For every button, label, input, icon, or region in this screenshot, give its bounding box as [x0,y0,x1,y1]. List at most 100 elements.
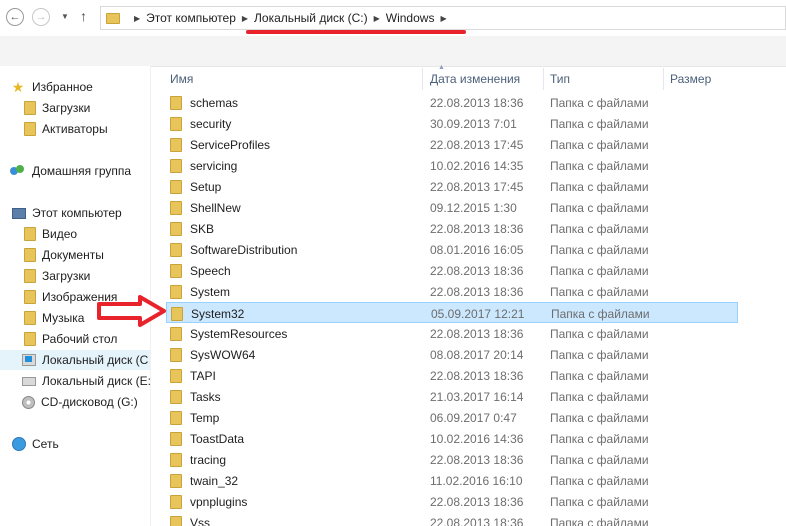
folder-icon [170,390,182,404]
sidebar-item-homegroup[interactable]: Домашняя группа [10,162,131,180]
file-type: Папка с файлами [551,307,650,321]
column-divider[interactable] [543,68,544,90]
file-type: Папка с файлами [550,453,649,467]
file-row[interactable]: System 22.08.2013 18:36 Папка с файлами [166,281,738,302]
file-row[interactable]: security 30.09.2013 7:01 Папка с файлами [166,113,738,134]
breadcrumb-windows[interactable]: Windows [386,11,435,25]
sidebar-item-local-disk-c[interactable]: Локальный диск (C [0,350,150,370]
sidebar-item-video[interactable]: Видео [22,225,77,243]
sidebar-item-cd-drive[interactable]: CD-дисковод (G:) [22,393,138,411]
sidebar-item-label: Домашняя группа [32,164,132,178]
column-header-type[interactable]: Тип [550,72,570,86]
file-type: Папка с файлами [550,285,649,299]
file-row[interactable]: tracing 22.08.2013 18:36 Папка с файлами [166,449,738,470]
file-row[interactable]: SKB 22.08.2013 18:36 Папка с файлами [166,218,738,239]
sidebar-item-label: Этот компьютер [32,206,122,220]
up-button[interactable]: ↑ [80,8,87,24]
sidebar-item-activators[interactable]: Активаторы [22,120,108,138]
file-row[interactable]: SysWOW64 08.08.2017 20:14 Папка с файлами [166,344,738,365]
file-date-modified: 22.08.2013 17:45 [430,138,524,152]
file-date-modified: 22.08.2013 17:45 [430,180,524,194]
folder-icon [24,332,36,346]
file-row[interactable]: System32 05.09.2017 12:21 Папка с файлами [166,302,738,323]
breadcrumb-separator-icon[interactable]: ▶ [440,14,446,23]
file-row[interactable]: vpnplugins 22.08.2013 18:36 Папка с файлам… [166,491,738,512]
folder-icon [170,516,182,526]
file-row[interactable]: SystemResources 22.08.2013 18:36 Папка с ф… [166,323,738,344]
file-date-modified: 10.02.2016 14:36 [430,432,524,446]
file-name: Temp [190,411,220,425]
file-row[interactable]: SoftwareDistribution 08.01.2016 16:05 Папк… [166,239,738,260]
breadcrumb-this-computer[interactable]: Этот компьютер [146,11,236,25]
file-name: servicing [190,159,238,173]
breadcrumb-separator-icon[interactable]: ▶ [134,14,140,23]
breadcrumb-separator-icon[interactable]: ▶ [374,14,380,23]
sidebar-item-label: Локальный диск (C [42,353,149,367]
sort-ascending-icon: ▲ [438,64,445,71]
file-date-modified: 21.03.2017 16:14 [430,390,524,404]
file-date-modified: 10.02.2016 14:35 [430,159,524,173]
sidebar-item-downloads-2[interactable]: Загрузки [22,267,90,285]
recent-locations-button[interactable]: ▼ [61,12,69,21]
sidebar-item-local-disk-e[interactable]: Локальный диск (E: [22,372,150,390]
file-date-modified: 22.08.2013 18:36 [430,453,524,467]
column-header-size[interactable]: Размер [670,72,711,86]
file-type: Папка с файлами [550,201,649,215]
file-type: Папка с файлами [550,138,649,152]
file-row[interactable]: Setup 22.08.2013 17:45 Папка с файлами [166,176,738,197]
sidebar-item-music[interactable]: Музыка [22,309,84,327]
sidebar-item-label: Документы [42,248,104,262]
file-name: ShellNew [190,201,241,215]
file-name: SysWOW64 [190,348,256,362]
file-type: Папка с файлами [550,327,649,341]
folder-icon [170,453,182,467]
address-bar[interactable]: ▶ Этот компьютер ▶ Локальный диск (C:) ▶… [100,6,786,30]
file-type: Папка с файлами [550,390,649,404]
file-date-modified: 22.08.2013 18:36 [430,264,524,278]
file-row[interactable]: schemas 22.08.2013 18:36 Папка с файлами [166,92,738,113]
breadcrumb-separator-icon[interactable]: ▶ [242,14,248,23]
file-name: SystemResources [190,327,288,341]
file-row[interactable]: ToastData 10.02.2016 14:36 Папка с файлами [166,428,738,449]
file-row[interactable]: TAPI 22.08.2013 18:36 Папка с файлами [166,365,738,386]
file-type: Папка с файлами [550,222,649,236]
file-type: Папка с файлами [550,180,649,194]
file-row[interactable]: servicing 10.02.2016 14:35 Папка с файлами [166,155,738,176]
sidebar-item-favorites[interactable]: ★ Избранное [10,78,93,96]
column-divider[interactable] [422,68,423,90]
file-row[interactable]: Temp 06.09.2017 0:47 Папка с файлами [166,407,738,428]
file-row[interactable]: twain_32 11.02.2016 16:10 Папка с файлами [166,470,738,491]
breadcrumb-local-disk-c[interactable]: Локальный диск (C:) [254,11,368,25]
sidebar-item-label: CD-дисковод (G:) [41,395,138,409]
folder-icon [106,12,120,24]
back-button[interactable]: ← [6,8,24,26]
file-row[interactable]: Tasks 21.03.2017 16:14 Папка с файлами [166,386,738,407]
sidebar-item-label: Локальный диск (E: [42,374,150,388]
folder-icon [170,201,182,215]
file-name: Speech [190,264,231,278]
file-row[interactable]: ShellNew 09.12.2015 1:30 Папка с файлами [166,197,738,218]
sidebar-item-desktop[interactable]: Рабочий стол [22,330,117,348]
folder-icon [170,159,182,173]
file-name: System32 [191,307,245,321]
column-header-name[interactable]: Имя [170,72,193,86]
forward-button[interactable]: → [32,8,50,26]
address-toolbar: ← → ▼ ↑ ▶ Этот компьютер ▶ Локальный дис… [0,0,786,36]
folder-icon [170,411,182,425]
folder-icon [170,138,182,152]
file-name: vpnplugins [190,495,248,509]
file-type: Папка с файлами [550,243,649,257]
folder-icon [170,117,182,131]
sidebar-item-label: Активаторы [42,122,108,136]
column-header-date[interactable]: Дата изменения [430,72,520,86]
column-divider[interactable] [663,68,664,90]
back-arrow-icon: ← [9,11,21,23]
computer-icon [12,207,26,219]
sidebar-item-network[interactable]: Сеть [12,435,59,453]
file-row[interactable]: Speech 22.08.2013 18:36 Папка с файлами [166,260,738,281]
file-row[interactable]: ServiceProfiles 22.08.2013 17:45 Папка с ф… [166,134,738,155]
sidebar-item-downloads[interactable]: Загрузки [22,99,90,117]
sidebar-item-documents[interactable]: Документы [22,246,104,264]
file-row[interactable]: Vss 22.08.2013 18:36 Папка с файлами [166,512,738,526]
sidebar-item-this-computer[interactable]: Этот компьютер [12,204,122,222]
